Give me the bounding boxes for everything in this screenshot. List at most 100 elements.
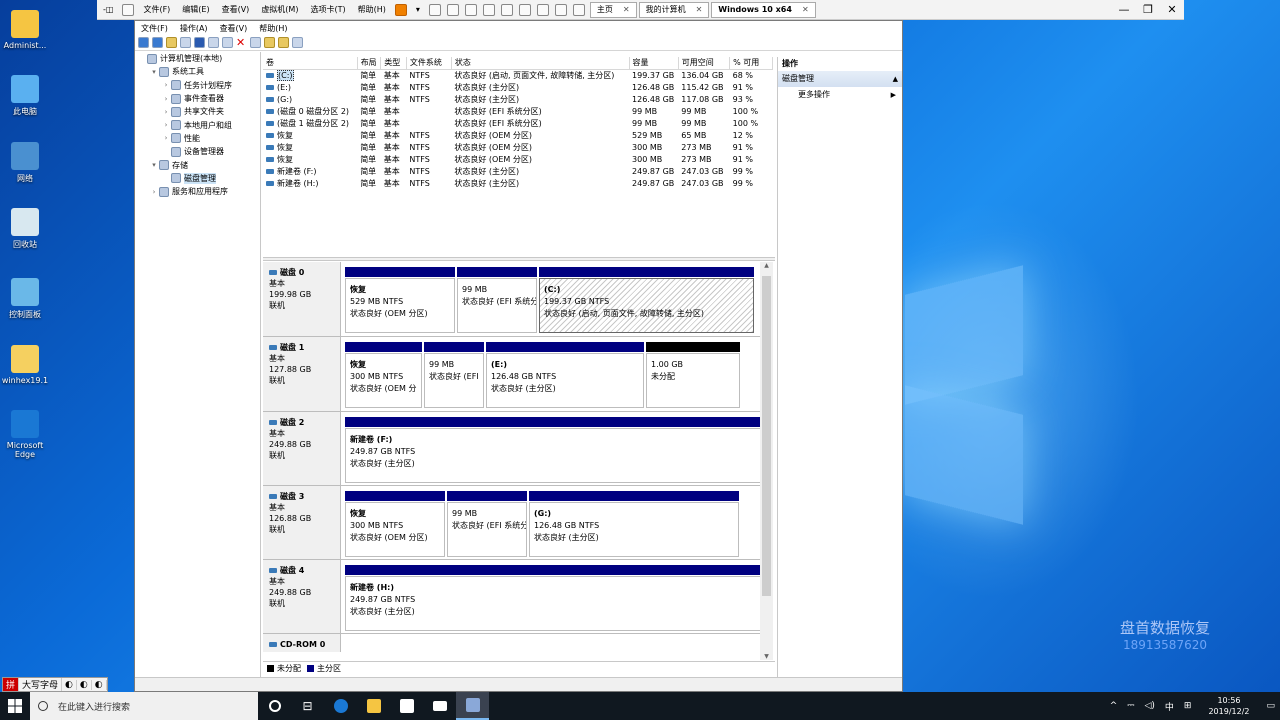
tree-node[interactable]: 磁盘管理 [135,172,260,185]
column-header[interactable]: 容量 [629,57,679,70]
partition[interactable]: 99 MB 状态良好 (EFI 系统分 [457,267,537,333]
partition[interactable]: 恢复 300 MB NTFS 状态良好 (OEM 分 [345,342,422,408]
partition[interactable]: 新建卷 (H:) 249.87 GB NTFS 状态良好 (主分区) [345,565,760,631]
up-folder-icon[interactable] [166,37,177,48]
tree-expander-icon[interactable]: › [161,81,171,89]
vm-tab[interactable]: 我的计算机 ✕ [638,1,710,18]
column-header[interactable]: 类型 [380,57,407,70]
column-header[interactable]: 布局 [357,57,382,70]
more-actions-item[interactable]: 更多操作 ▶ [778,87,902,103]
tree-node[interactable]: › 本地用户和组 [135,118,260,131]
snapshot-manager-icon[interactable] [482,3,495,16]
restore-icon[interactable]: ❐ [1136,3,1160,16]
taskbar-edge[interactable] [324,692,357,720]
vm-menu-item[interactable]: 查看(V) [216,4,256,15]
vm-tab[interactable]: Windows 10 x64 ✕ [711,1,816,18]
table-row[interactable]: (C:) 简单 基本 NTFS 状态良好 (启动, 页面文件, 故障转储, 主分区) 19… [263,69,773,81]
tree-expander-icon[interactable]: › [161,121,171,129]
input-language[interactable]: 中 [1160,700,1179,713]
table-row[interactable]: 恢复 简单 基本 NTFS 状态良好 (OEM 分区) 300 MB 273 MB 91 % [263,141,773,153]
vm-menu-item[interactable]: 选项卡(T) [304,4,351,15]
tree-expander-icon[interactable]: › [149,188,159,196]
column-header[interactable]: 卷 [263,57,358,70]
view-icon[interactable] [292,37,303,48]
partition[interactable]: (E:) 126.48 GB NTFS 状态良好 (主分区) [486,342,644,408]
ime-caps-label[interactable]: 大写字母 [19,678,63,691]
tree-node[interactable]: › 性能 [135,132,260,145]
tree-expander-icon[interactable]: › [161,95,171,103]
connect-icon[interactable] [222,37,233,48]
close-icon[interactable]: ✕ [1160,3,1184,16]
taskbar-mail[interactable] [423,692,456,720]
minimize-icon[interactable]: — [1112,3,1136,16]
open-folder-icon[interactable] [264,37,275,48]
unity-icon[interactable] [554,3,567,16]
ime-keyboard-icon[interactable]: ◐ [92,679,107,690]
desktop-icon[interactable]: winhex19.1 [0,345,50,385]
help-icon[interactable] [194,37,205,48]
desktop-icon[interactable]: 网络 [0,142,50,184]
column-header[interactable]: 文件系统 [406,57,452,70]
vm-menu-item[interactable]: 文件(F) [137,4,176,15]
start-button[interactable] [0,692,30,720]
menu-item[interactable]: 查看(V) [214,23,254,34]
vm-tab[interactable]: 主页 ✕ [589,1,637,18]
desktop-icon[interactable]: Administ... [0,10,50,50]
disk-label[interactable]: 磁盘 0 基本 199.98 GB 联机 [263,262,341,336]
partition[interactable]: 99 MB 状态良好 (EFI 系统分 [447,491,527,557]
vm-home-icon[interactable] [122,3,135,16]
taskbar-store[interactable] [390,692,423,720]
tree-node[interactable]: 计算机管理(本地) [135,52,260,65]
disk-label[interactable]: CD-ROM 0DVD (D:) [263,634,341,652]
tree-node[interactable]: ▾ 存储 [135,158,260,171]
console-icon[interactable] [572,3,585,16]
clock[interactable]: 10:56 2019/12/2 [1196,695,1261,717]
properties-icon[interactable] [208,37,219,48]
ime-punct-icon[interactable]: ◐ [77,679,92,690]
tree-expander-icon[interactable]: › [161,134,171,142]
tab-close-icon[interactable]: ✕ [802,5,809,14]
check-icon[interactable] [250,37,261,48]
desktop-icon[interactable]: Microsoft Edge [0,410,50,459]
actions-section-disk-management[interactable]: 磁盘管理 ▲ [778,71,902,87]
vm-menu-item[interactable]: 编辑(E) [176,4,215,15]
back-icon[interactable] [138,37,149,48]
tray-chevron-icon[interactable]: ^ [1105,701,1123,711]
tree-expander-icon[interactable]: › [161,108,171,116]
tree-node[interactable]: ▾ 系统工具 [135,65,260,78]
ime-tray-icon[interactable]: ⊞ [1179,701,1197,711]
show-tree-icon[interactable] [180,37,191,48]
table-row[interactable]: (E:) 简单 基本 NTFS 状态良好 (主分区) 126.48 GB 115.42 GB… [263,81,773,93]
column-header[interactable]: 可用空间 [678,57,731,70]
view-sidebar-icon[interactable] [500,3,513,16]
send-keys-icon[interactable] [428,3,441,16]
desktop-icon[interactable]: 控制面板 [0,278,50,320]
vm-menu-collapse[interactable]: -◫ [97,5,119,14]
partition[interactable]: 99 MB 状态良好 (EFI [424,342,484,408]
menu-item[interactable]: 文件(F) [135,23,174,34]
dropdown-arrow-icon[interactable]: ▾ [410,5,426,14]
volume-icon[interactable]: ◁) [1139,701,1159,711]
scrollbar-thumb[interactable] [762,276,771,596]
tab-close-icon[interactable]: ✕ [696,5,703,14]
table-row[interactable]: 新建卷 (H:) 简单 基本 NTFS 状态良好 (主分区) 249.87 GB 247.0… [263,177,773,189]
view-thumbnail-icon[interactable] [518,3,531,16]
snapshot-icon[interactable] [446,3,459,16]
tree-expander-icon[interactable]: ▾ [149,161,159,169]
table-row[interactable]: (G:) 简单 基本 NTFS 状态良好 (主分区) 126.48 GB 117.08 GB… [263,93,773,105]
table-row[interactable]: 恢复 简单 基本 NTFS 状态良好 (OEM 分区) 300 MB 273 MB 91 % [263,153,773,165]
partition[interactable]: (G:) 126.48 GB NTFS 状态良好 (主分区) [529,491,739,557]
fullscreen-icon[interactable] [536,3,549,16]
pause-icon[interactable] [394,3,407,16]
disk-label[interactable]: 磁盘 4 基本 249.88 GB 联机 [263,560,341,633]
table-row[interactable]: (磁盘 1 磁盘分区 2) 简单 基本 状态良好 (EFI 系统分区) 99 MB 99 … [263,117,773,129]
tree-expander-icon[interactable]: ▾ [149,68,159,76]
table-row[interactable]: (磁盘 0 磁盘分区 2) 简单 基本 状态良好 (EFI 系统分区) 99 MB 99 … [263,105,773,117]
notifications-icon[interactable]: ▭ [1261,701,1280,711]
network-tray-icon[interactable]: ⎓ [1122,701,1139,711]
vm-menu-item[interactable]: 虚拟机(M) [255,4,304,15]
revert-snapshot-icon[interactable] [464,3,477,16]
tree-node[interactable]: 设备管理器 [135,145,260,158]
table-row[interactable]: 新建卷 (F:) 简单 基本 NTFS 状态良好 (主分区) 249.87 GB 247.0… [263,165,773,177]
tree-node[interactable]: › 共享文件夹 [135,105,260,118]
